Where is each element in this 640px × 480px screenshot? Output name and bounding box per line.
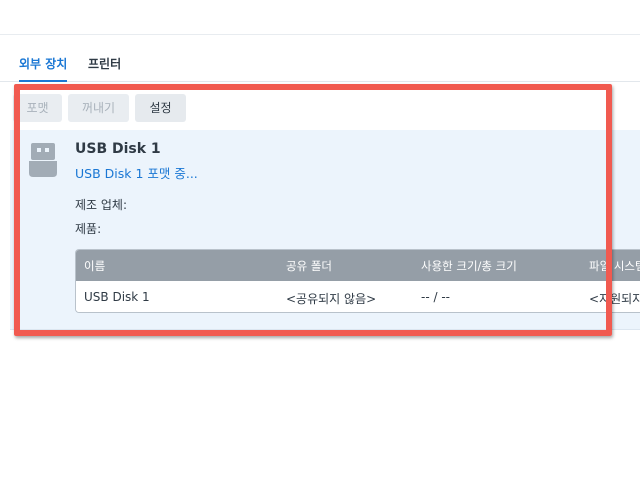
table-row[interactable]: USB Disk 1 <공유되지 않음> -- / -- <지원되지 않음> [76, 281, 640, 312]
table-header: 이름 공유 폴더 사용한 크기/총 크기 파일 시스템 [76, 250, 640, 281]
manufacturer-label: 제조 업체: [75, 198, 128, 212]
cell-size: -- / -- [421, 290, 450, 304]
column-header-size[interactable]: 사용한 크기/총 크기 [421, 258, 517, 274]
cell-shared-folder: <공유되지 않음> [286, 292, 377, 306]
format-button[interactable]: 포맷 [13, 94, 62, 122]
column-header-name[interactable]: 이름 [84, 258, 105, 274]
tab-external-devices[interactable]: 외부 장치 [19, 55, 68, 82]
eject-button[interactable]: 꺼내기 [68, 94, 129, 122]
cell-name: USB Disk 1 [84, 290, 150, 304]
usb-drive-icon [28, 142, 58, 178]
column-header-shared-folder[interactable]: 공유 폴더 [286, 258, 332, 274]
column-header-file-system[interactable]: 파일 시스템 [589, 258, 640, 274]
partition-table: 이름 공유 폴더 사용한 크기/총 크기 파일 시스템 USB Disk 1 <… [75, 249, 640, 313]
tab-printer[interactable]: 프린터 [88, 55, 121, 72]
cell-file-system: <지원되지 않음> [589, 292, 640, 306]
device-name: USB Disk 1 [75, 141, 161, 157]
top-bar [0, 0, 640, 35]
settings-button[interactable]: 설정 [135, 94, 186, 122]
product-label: 제품: [75, 222, 102, 236]
tab-bar: 외부 장치 프린터 [0, 44, 640, 82]
device-status-link[interactable]: USB Disk 1 포맷 중... [75, 163, 198, 182]
